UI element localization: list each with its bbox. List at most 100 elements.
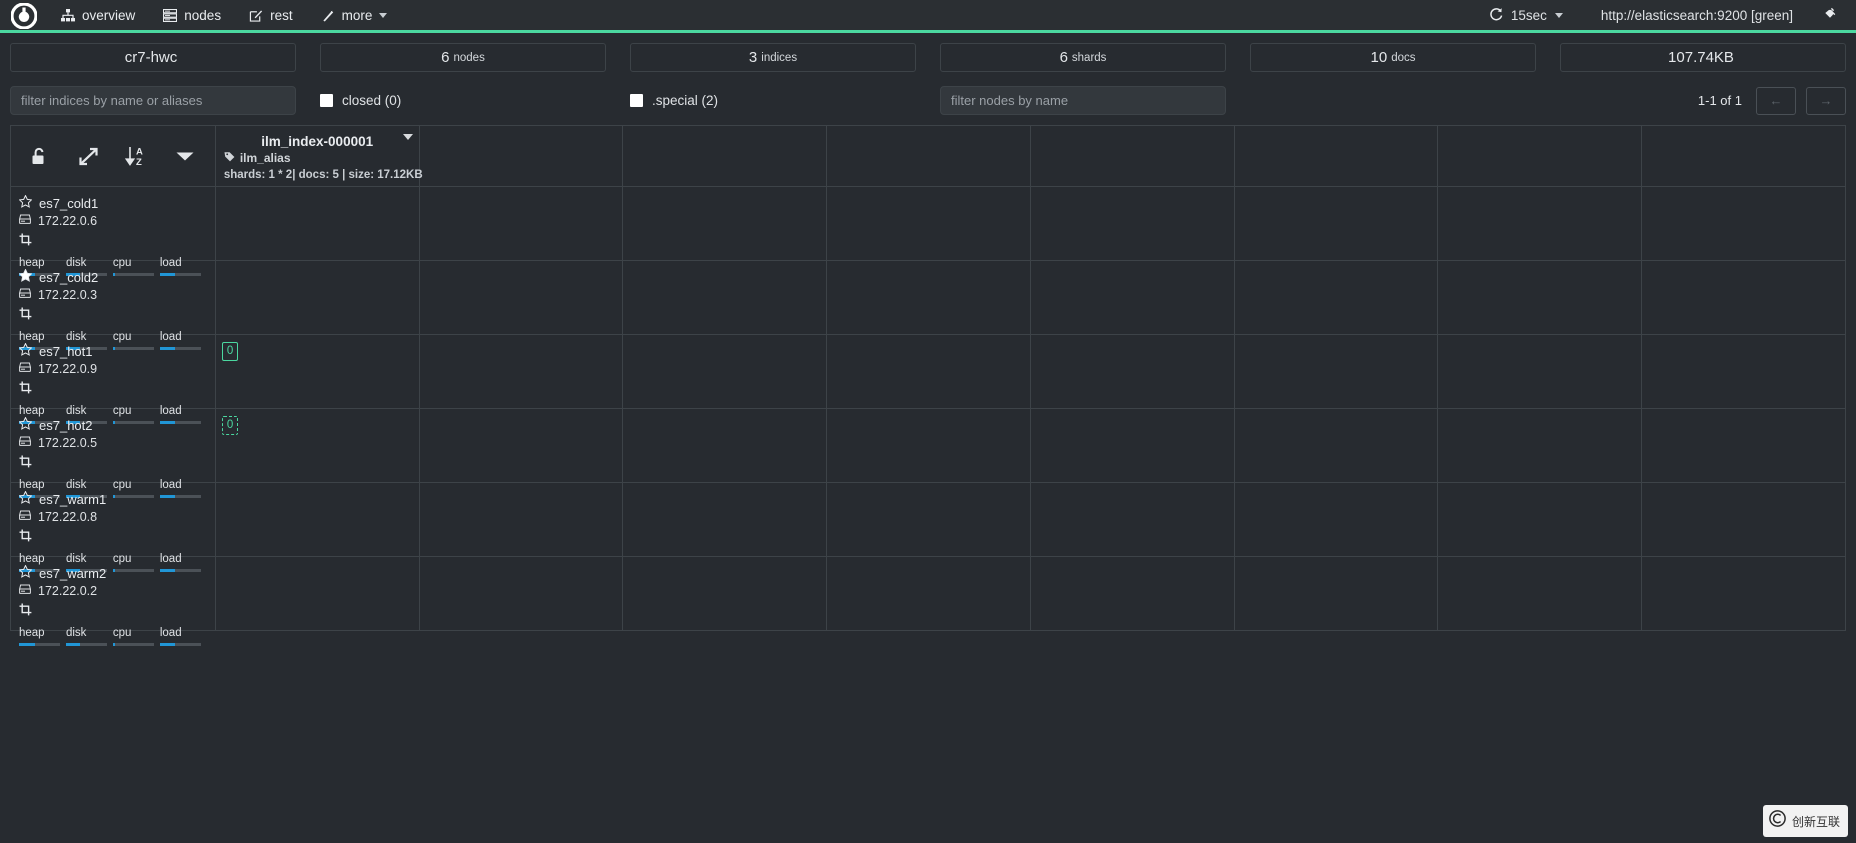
- server-list-icon: [163, 9, 178, 22]
- node-ip-line: 172.22.0.6: [18, 213, 207, 230]
- node-metric-load[interactable]: load: [159, 479, 207, 498]
- node-filter-input[interactable]: [940, 86, 1226, 115]
- crop-icon: [19, 381, 32, 399]
- caret-down-icon[interactable]: [161, 126, 209, 186]
- metric-label: cpu: [112, 257, 132, 269]
- metric-label: load: [159, 405, 182, 417]
- empty-cell: [1029, 334, 1235, 409]
- chevron-down-icon: [379, 13, 388, 18]
- metric-fill: [112, 569, 115, 572]
- node-metric-disk[interactable]: disk: [65, 627, 113, 646]
- chevron-down-icon: [1554, 13, 1563, 18]
- nav-item-overview[interactable]: overview: [47, 0, 149, 31]
- metric-fill: [159, 273, 175, 276]
- cluster-url-label[interactable]: http://elasticsearch:9200 [green]: [1579, 8, 1815, 23]
- empty-cell: [1233, 334, 1439, 409]
- star-outline-icon[interactable]: [18, 416, 33, 434]
- node-metric-cpu[interactable]: cpu: [112, 405, 160, 424]
- plug-icon[interactable]: [1815, 7, 1856, 24]
- unlock-icon[interactable]: [17, 126, 65, 186]
- empty-cell: [622, 482, 828, 557]
- metric-fill: [159, 347, 175, 350]
- empty-cell: [1233, 556, 1439, 631]
- special-checkbox[interactable]: .special (2): [630, 93, 718, 108]
- stat-value: 3: [748, 49, 758, 66]
- empty-cell: [1437, 334, 1643, 409]
- index-options-caret-icon[interactable]: [402, 134, 413, 140]
- empty-cell: [1233, 408, 1439, 483]
- filter-row: closed (0) .special (2) 1-1 of 1 ← →: [0, 72, 1856, 115]
- watermark-text: 创新互联: [1791, 814, 1840, 829]
- node-metric-cpu[interactable]: cpu: [112, 553, 160, 572]
- node-metric-load[interactable]: load: [159, 331, 207, 350]
- index-filter-input[interactable]: [10, 86, 296, 115]
- empty-cell: [622, 186, 828, 261]
- metric-label: cpu: [112, 553, 132, 565]
- nav-item-rest[interactable]: rest: [235, 0, 307, 31]
- pagination-next-button[interactable]: →: [1806, 86, 1846, 115]
- star-outline-icon[interactable]: [18, 194, 33, 212]
- node-metric-cpu[interactable]: cpu: [112, 627, 160, 646]
- node-metric-load[interactable]: load: [159, 257, 207, 276]
- index-header-cell[interactable]: ilm_index-000001 ilm_alias shards: 1 * 2…: [214, 125, 423, 187]
- node-metric-load[interactable]: load: [159, 405, 207, 424]
- node-ip-line: 172.22.0.5: [18, 435, 207, 452]
- empty-cell: [418, 186, 624, 261]
- node-name: es7_cold1: [39, 196, 99, 211]
- special-filter-cell: .special (2): [630, 93, 916, 108]
- metric-track: [19, 643, 60, 646]
- shard-badge-primary[interactable]: 0: [221, 341, 239, 361]
- star-filled-icon[interactable]: [18, 268, 33, 286]
- closed-checkbox[interactable]: closed (0): [320, 93, 401, 108]
- crop-icon: [19, 455, 32, 473]
- cerebro-logo-icon[interactable]: [0, 2, 47, 29]
- stat-value: cr7-hwc: [124, 49, 178, 66]
- nav-items: overview nodes rest more: [47, 0, 401, 31]
- nav-item-more[interactable]: more: [307, 0, 402, 31]
- node-ip-line: 172.22.0.3: [18, 287, 207, 304]
- metric-fill: [65, 643, 81, 646]
- empty-cell: [1437, 408, 1643, 483]
- server-icon: [18, 213, 32, 230]
- nav-item-nodes[interactable]: nodes: [149, 0, 235, 31]
- node-metric-cpu[interactable]: cpu: [112, 331, 160, 350]
- refresh-interval-selector[interactable]: 15sec: [1473, 7, 1579, 24]
- metric-fill: [112, 421, 115, 424]
- empty-cell: [1437, 482, 1643, 557]
- node-metric-cpu[interactable]: cpu: [112, 479, 160, 498]
- nav-label: rest: [270, 8, 293, 23]
- nav-label: nodes: [184, 8, 222, 23]
- metric-fill: [159, 495, 175, 498]
- shard-cell: [214, 482, 420, 557]
- metric-track: [159, 569, 201, 572]
- index-alias-label: ilm_alias: [239, 151, 291, 165]
- expand-arrows-icon[interactable]: [65, 126, 113, 186]
- pagination-prev-button[interactable]: ←: [1756, 86, 1796, 115]
- stat-unit: docs: [1391, 51, 1416, 64]
- metric-label: load: [159, 331, 182, 343]
- empty-header-cell: [1233, 125, 1439, 187]
- node-role-icons: [19, 233, 207, 251]
- empty-cell: [826, 408, 1031, 483]
- node-metric-heap[interactable]: heap: [19, 627, 66, 646]
- node-metrics: heap disk cpu load: [19, 627, 207, 646]
- node-metric-cpu[interactable]: cpu: [112, 257, 160, 276]
- top-navbar: overview nodes rest more 15sec http://el…: [0, 0, 1856, 33]
- node-row: es7_warm2 172.22.0.2 heap disk cpu load: [10, 556, 1846, 646]
- node-role-icons: [19, 529, 207, 547]
- sitemap-icon: [61, 9, 75, 22]
- pagination-label: 1-1 of 1: [1697, 93, 1742, 108]
- shard-badge-replica[interactable]: 0: [221, 415, 239, 435]
- metric-track: [112, 495, 154, 498]
- stat-docs: 10 docs: [1250, 43, 1536, 72]
- star-outline-icon[interactable]: [18, 342, 33, 360]
- node-metric-load[interactable]: load: [159, 627, 207, 646]
- node-metric-load[interactable]: load: [159, 553, 207, 572]
- star-outline-icon[interactable]: [18, 564, 33, 582]
- star-outline-icon[interactable]: [18, 490, 33, 508]
- empty-cell: [1641, 186, 1846, 261]
- server-icon: [18, 361, 32, 378]
- metric-label: load: [159, 553, 182, 565]
- checkbox-box-icon: [630, 94, 643, 107]
- sort-az-icon[interactable]: A Z: [113, 126, 161, 186]
